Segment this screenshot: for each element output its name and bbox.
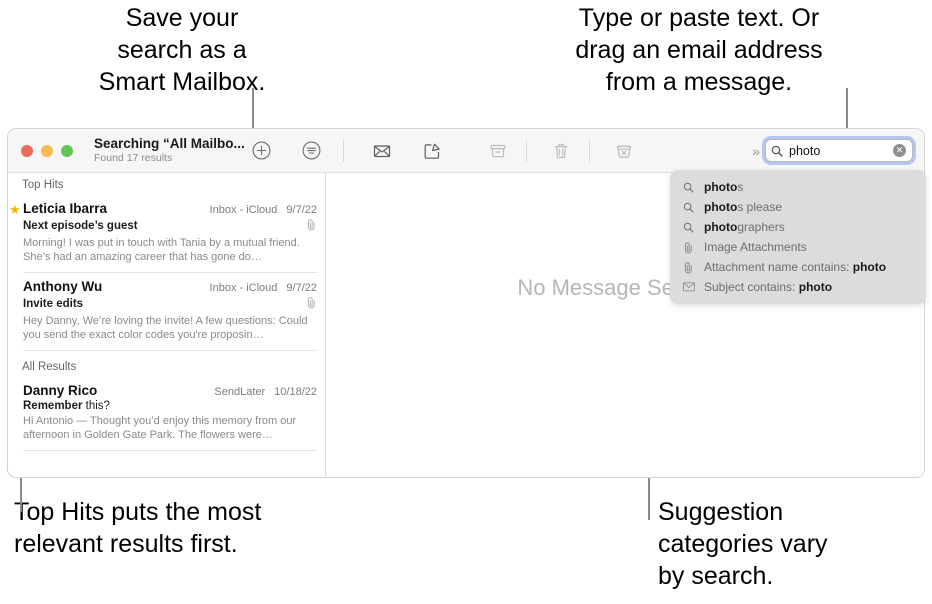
suggestion-item[interactable]: photos please [670, 197, 926, 217]
window-title: Searching “All Mailbo... [94, 136, 244, 151]
suggestion-item[interactable]: Image Attachments [670, 237, 926, 257]
mark-unread-button[interactable] [367, 136, 397, 166]
suggestion-rest: Subject contains: [704, 280, 799, 294]
paperclip-icon [683, 261, 698, 274]
search-input-value[interactable]: photo [789, 144, 893, 158]
trash-icon [554, 143, 568, 158]
message-preview: Morning! I was put in touch with Tania b… [23, 237, 300, 263]
subject-text: Remember [23, 400, 83, 412]
archive-button[interactable] [483, 136, 513, 166]
suggestion-rest: Image Attachments [704, 240, 807, 254]
message-preview: Hi Antonio — Thought you’d enjoy this me… [23, 415, 297, 441]
search-icon [683, 202, 698, 213]
sender-name: Anthony Wu [23, 279, 103, 294]
suggestion-match: photo [798, 280, 833, 294]
junk-mail-icon [616, 145, 632, 158]
compose-button[interactable] [417, 136, 447, 166]
close-window-button[interactable] [21, 144, 33, 157]
callout-save-search: Save your search as a Smart Mailbox. [98, 4, 266, 96]
toolbar-separator-2 [526, 139, 527, 162]
subject-line: Next episode’s guest [23, 218, 317, 234]
star-icon: ★ [9, 202, 21, 217]
subject-text: Next episode’s guest [23, 220, 138, 232]
zoom-window-button[interactable] [61, 144, 73, 157]
filter-icon [302, 141, 320, 160]
suggestion-match: photo [704, 220, 738, 234]
subject-text-rest: this? [82, 400, 110, 412]
suggestion-rest: s [737, 180, 744, 194]
suggestion-item[interactable]: photographers [670, 217, 926, 237]
toolbar-separator-1 [343, 139, 344, 162]
junk-button[interactable] [609, 136, 639, 166]
search-icon [683, 222, 698, 233]
paperclip-icon [683, 241, 698, 254]
callout-top-hits: Top Hits puts the most relevant results … [14, 498, 262, 558]
suggestion-match: photo [704, 200, 738, 214]
message-date: 9/7/22 [286, 204, 317, 216]
suggestion-rest: Attachment name contains: [704, 260, 853, 274]
minimize-window-button[interactable] [41, 144, 53, 157]
window-title-block: Searching “All Mailbo... Found 17 result… [94, 136, 244, 165]
paperclip-icon [306, 296, 317, 312]
toolbar-separator-3 [589, 139, 590, 162]
window-subtitle: Found 17 results [94, 152, 173, 164]
message-preview: Hey Danny, We’re loving the invite! A fe… [23, 315, 308, 341]
mailbox-label: Inbox - iCloud [209, 204, 278, 216]
subject-line: Invite edits [23, 296, 317, 312]
search-icon [683, 182, 698, 193]
section-rows-top-hits: ★ Leticia Ibarra Inbox - iCloud 9/7/22 N… [8, 195, 325, 351]
toolbar-overflow-button[interactable]: » [752, 143, 760, 159]
archive-box-icon [490, 144, 506, 157]
search-field[interactable]: photo ✕ [765, 139, 913, 162]
sender-name: Danny Rico [23, 383, 98, 398]
table-row[interactable]: ★ Leticia Ibarra Inbox - iCloud 9/7/22 N… [9, 195, 317, 273]
plus-circle-icon [252, 141, 270, 160]
section-header-all-results: All Results [22, 361, 77, 373]
row-header: Danny Rico SendLater 10/18/22 [23, 383, 317, 398]
paperclip-icon [306, 218, 317, 234]
suggestion-match: photo [704, 180, 738, 194]
suggestion-item[interactable]: photos [670, 177, 926, 197]
table-row[interactable]: Danny Rico SendLater 10/18/22 Remember t… [23, 377, 317, 451]
subject-line: Remember this? [23, 400, 317, 412]
suggestion-item[interactable]: Attachment name contains: photo [670, 257, 926, 277]
subject-text: Invite edits [23, 298, 84, 310]
compose-icon [424, 143, 440, 159]
filter-button[interactable] [296, 136, 326, 166]
envelope-icon [683, 282, 698, 292]
clear-search-button[interactable]: ✕ [893, 144, 906, 157]
message-list[interactable]: Top Hits ★ Leticia Ibarra Inbox - iCloud… [8, 173, 326, 477]
callout-suggestions: Suggestion categories vary by search. [658, 498, 828, 590]
table-row[interactable]: Anthony Wu Inbox - iCloud 9/7/22 Invite … [23, 273, 317, 351]
section-rows-all-results: Danny Rico SendLater 10/18/22 Remember t… [8, 377, 325, 451]
message-date: 10/18/22 [274, 386, 317, 398]
window-toolbar: Searching “All Mailbo... Found 17 result… [8, 129, 924, 173]
delete-button[interactable] [546, 136, 576, 166]
search-suggestions-popover[interactable]: photos photos please photographers Image… [670, 170, 926, 304]
suggestion-rest: graphers [737, 220, 785, 234]
section-header-top-hits: Top Hits [22, 179, 64, 191]
suggestion-match: photo [852, 260, 887, 274]
suggestion-item[interactable]: Subject contains: photo [670, 277, 926, 297]
message-date: 9/7/22 [286, 282, 317, 294]
suggestion-rest: s please [737, 200, 783, 214]
search-icon [771, 145, 783, 157]
row-header: Anthony Wu Inbox - iCloud 9/7/22 [23, 279, 317, 294]
sender-name: Leticia Ibarra [23, 201, 108, 216]
envelope-icon [373, 144, 391, 157]
mailbox-label: Inbox - iCloud [209, 282, 278, 294]
traffic-lights [21, 144, 73, 157]
callout-type-paste: Type or paste text. Or drag an email add… [575, 4, 823, 96]
row-header: Leticia Ibarra Inbox - iCloud 9/7/22 [23, 201, 317, 216]
add-smart-mailbox-button[interactable] [246, 136, 276, 166]
mailbox-label: SendLater [214, 386, 266, 398]
